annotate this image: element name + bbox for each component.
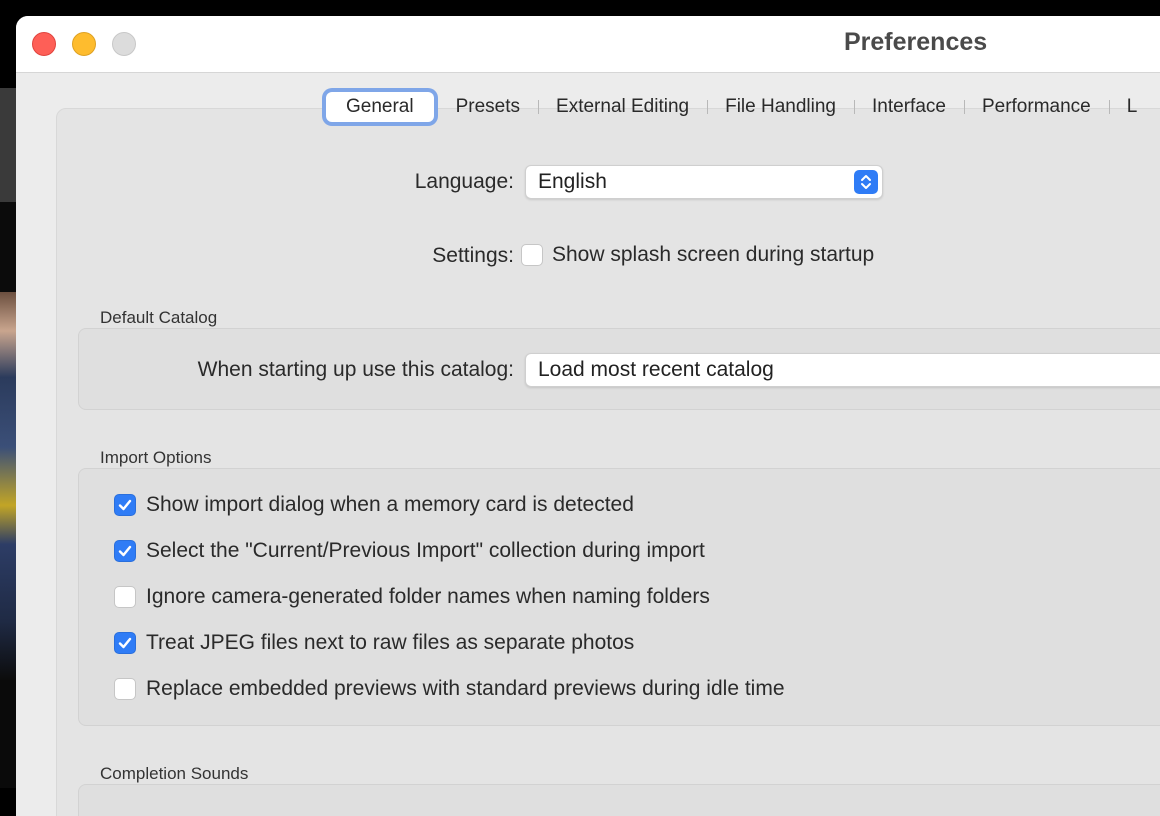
tab-general[interactable]: General xyxy=(326,92,434,122)
tab-performance[interactable]: Performance xyxy=(963,92,1109,122)
checkmark-icon xyxy=(118,545,132,557)
background-window-edge xyxy=(0,680,16,788)
language-value: English xyxy=(538,170,607,193)
tab-interface[interactable]: Interface xyxy=(854,92,964,122)
tab-lightroom-sync[interactable]: L xyxy=(1108,92,1156,122)
treat-jpeg-label: Treat JPEG files next to raw files as se… xyxy=(146,631,635,654)
checkmark-icon xyxy=(118,637,132,649)
background-window-edge xyxy=(0,202,16,292)
ignore-folder-names-label: Ignore camera-generated folder names whe… xyxy=(146,585,710,608)
language-label: Language: xyxy=(414,170,514,193)
window-title: Preferences xyxy=(844,28,988,56)
minimize-window-button[interactable] xyxy=(72,32,96,56)
completion-sounds-group xyxy=(78,784,1160,816)
zoom-window-button[interactable] xyxy=(112,32,136,56)
preferences-window: Preferences General Presets External Edi… xyxy=(16,16,1160,816)
language-popup[interactable]: English xyxy=(525,165,883,199)
background-photo xyxy=(0,292,16,680)
tab-external-editing[interactable]: External Editing xyxy=(538,92,707,122)
splash-screen-checkbox[interactable] xyxy=(521,244,543,266)
current-import-checkbox[interactable] xyxy=(114,540,136,562)
completion-sounds-title: Completion Sounds xyxy=(100,764,249,783)
catalog-popup[interactable]: Load most recent catalog xyxy=(525,353,1160,387)
splash-screen-label: Show splash screen during startup xyxy=(552,243,875,266)
popup-stepper-icon xyxy=(854,170,878,194)
current-import-label: Select the "Current/Previous Import" col… xyxy=(146,539,705,562)
tab-file-handling[interactable]: File Handling xyxy=(707,92,854,122)
replace-previews-label: Replace embedded previews with standard … xyxy=(146,677,785,700)
preferences-tabs: General Presets External Editing File Ha… xyxy=(326,90,1155,124)
import-dialog-checkbox[interactable] xyxy=(114,494,136,516)
replace-previews-checkbox[interactable] xyxy=(114,678,136,700)
background-window-edge xyxy=(0,88,16,202)
import-options-title: Import Options xyxy=(100,448,212,467)
import-dialog-label: Show import dialog when a memory card is… xyxy=(146,493,634,516)
treat-jpeg-checkbox[interactable] xyxy=(114,632,136,654)
close-window-button[interactable] xyxy=(32,32,56,56)
tab-presets[interactable]: Presets xyxy=(438,92,538,122)
default-catalog-title: Default Catalog xyxy=(100,308,218,327)
catalog-label: When starting up use this catalog: xyxy=(197,358,514,381)
catalog-value: Load most recent catalog xyxy=(538,358,774,381)
ignore-folder-names-checkbox[interactable] xyxy=(114,586,136,608)
title-bar: Preferences xyxy=(16,16,1160,73)
checkmark-icon xyxy=(118,499,132,511)
settings-label: Settings: xyxy=(432,244,514,267)
